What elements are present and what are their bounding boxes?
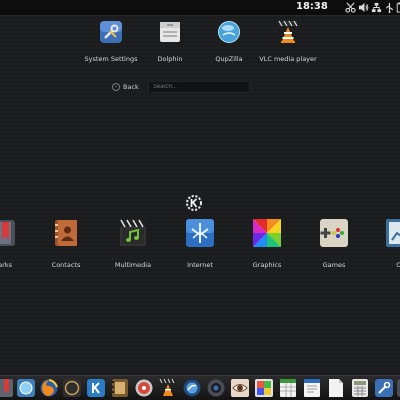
top-panel: 18:38 [0, 0, 400, 16]
bookmarks-icon [0, 218, 17, 248]
multimedia-icon [118, 218, 148, 248]
vlc-app-icon[interactable] [158, 378, 178, 398]
calculator-icon[interactable] [350, 378, 370, 398]
category-multimedia[interactable]: Multimedia [105, 218, 161, 269]
search-input[interactable] [148, 81, 250, 93]
kde-app-icon[interactable] [86, 378, 106, 398]
system-settings-app-icon[interactable] [374, 378, 394, 398]
back-button[interactable]: ‹ Back [112, 82, 139, 92]
video-player-icon[interactable] [110, 378, 130, 398]
dolphin-icon [158, 20, 182, 44]
category-graphics[interactable]: Graphics [239, 218, 295, 269]
system-settings-icon [99, 20, 123, 44]
category-contacts[interactable]: Contacts [38, 218, 94, 269]
spreadsheet-icon[interactable] [278, 378, 298, 398]
category-bookmarks[interactable]: marks [0, 218, 30, 269]
network-icon[interactable] [371, 2, 382, 13]
back-label: Back [123, 83, 139, 91]
qupzilla-app-icon[interactable] [16, 378, 36, 398]
internet-icon [185, 218, 215, 248]
category-label: Internet [187, 261, 213, 269]
back-arrow-icon: ‹ [112, 83, 120, 91]
disc-burner-icon[interactable] [134, 378, 154, 398]
camera-icon[interactable] [206, 378, 226, 398]
volume-icon[interactable] [358, 2, 369, 13]
taskbar-dock [0, 375, 400, 400]
eye-viewer-icon[interactable] [230, 378, 250, 398]
category-label: Graphics [252, 261, 282, 269]
vlc-icon [276, 20, 300, 44]
category-office[interactable]: Of [372, 218, 400, 269]
games-icon [319, 218, 349, 248]
contacts-icon [51, 218, 81, 248]
document-icon[interactable] [302, 378, 322, 398]
office-icon [385, 218, 400, 248]
firefox-icon[interactable] [39, 378, 59, 398]
graphics-app-icon[interactable] [254, 378, 274, 398]
extra-icon[interactable] [396, 378, 400, 398]
clock[interactable]: 18:38 [296, 1, 328, 12]
category-internet[interactable]: Internet [172, 218, 228, 269]
category-games[interactable]: Games [306, 218, 362, 269]
text-file-icon[interactable] [326, 378, 346, 398]
bookmarks-app-icon[interactable] [0, 378, 14, 398]
category-label: Of [396, 261, 400, 269]
category-label: marks [0, 261, 13, 269]
qupzilla-icon [217, 20, 241, 44]
category-label: Games [322, 261, 346, 269]
kde-logo-icon [184, 193, 204, 213]
category-label: Multimedia [114, 261, 152, 269]
kde-app-icon[interactable] [62, 378, 82, 398]
favorite-vlc[interactable]: VLC media player [253, 20, 323, 63]
battery-icon[interactable] [394, 2, 400, 13]
scissors-icon[interactable] [345, 2, 356, 13]
favorite-label: VLC media player [259, 55, 317, 63]
web-browser-icon[interactable] [182, 378, 202, 398]
graphics-icon [252, 218, 282, 248]
category-label: Contacts [51, 261, 81, 269]
